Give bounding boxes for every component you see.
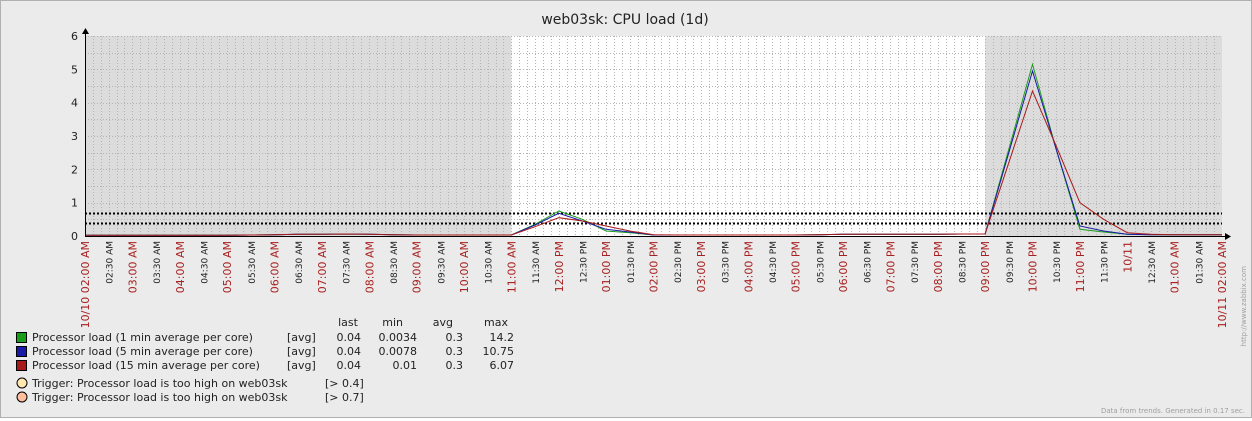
- legend-label-5min: Processor load (5 min average per core): [32, 345, 253, 358]
- legend-avg-15min: 0.3: [446, 359, 464, 372]
- x-tick-labels: 10/10 02:00 AM 02:30 AM 03:00 AM 03:30 AM 04…: [79, 241, 1229, 328]
- legend-max-15min: 6.07: [490, 359, 515, 372]
- legend-swatch-1min: [16, 332, 27, 343]
- legend-max-1min: 14.2: [490, 331, 515, 344]
- x-tick-label: 10/10 02:00 AM: [79, 241, 92, 328]
- y-tick-labels: 0 1 2 3 4 5 6: [71, 30, 78, 243]
- legend-last-1min: 0.04: [337, 331, 362, 344]
- y-tick-label: 1: [71, 197, 78, 210]
- x-tick-label: 03:30 PM: [722, 241, 732, 283]
- legend-label-15min: Processor load (15 min average per core): [32, 359, 260, 372]
- legend-min-1min: 0.0034: [379, 331, 418, 344]
- y-tick-label: 2: [71, 163, 78, 176]
- x-tick-label: 11:30 PM: [1101, 241, 1111, 283]
- trigger-icon-0.7: [16, 391, 28, 403]
- x-tick-label: 07:00 AM: [316, 241, 329, 293]
- x-tick-label: 10:00 PM: [1027, 241, 1040, 292]
- x-tick-label: 06:00 AM: [269, 241, 282, 293]
- y-tick-label: 5: [71, 63, 78, 76]
- x-tick-label: 12:30 AM: [1148, 241, 1158, 284]
- x-tick-label: 01:00 PM: [600, 241, 613, 292]
- x-tick-label: 08:30 AM: [390, 241, 400, 284]
- x-tick-label: 09:30 AM: [437, 241, 447, 284]
- x-tick-label: 12:30 PM: [579, 241, 589, 283]
- x-tick-label: 04:00 AM: [174, 241, 187, 293]
- legend-header-avg: avg: [433, 316, 453, 329]
- x-tick-label: 03:00 PM: [695, 241, 708, 292]
- x-tick-label: 07:00 PM: [884, 241, 897, 292]
- chart-frame: web03sk: CPU load (1d) 0 1 2 3 4 5 6 10/10 02:…: [0, 0, 1252, 418]
- x-tick-label: 02:30 PM: [674, 241, 684, 283]
- y-tick-label: 6: [71, 30, 78, 43]
- legend-last-5min: 0.04: [337, 345, 362, 358]
- trigger-cond-0.4: [> 0.4]: [325, 377, 364, 390]
- x-tick-label: 03:30 AM: [153, 241, 163, 284]
- x-axis-arrow: [1225, 233, 1231, 240]
- y-tick-label: 0: [71, 230, 78, 243]
- x-tick-label: 04:30 AM: [200, 241, 210, 284]
- legend-func-1min: [avg]: [287, 331, 316, 344]
- x-tick-label: 01:00 AM: [1169, 241, 1182, 293]
- x-tick-label: 05:00 PM: [790, 241, 803, 292]
- legend-min-5min: 0.0078: [379, 345, 418, 358]
- zabbix-watermark: http://www.zabbix.com: [1240, 266, 1248, 346]
- trigger-cond-0.7: [> 0.7]: [325, 391, 364, 404]
- x-tick-label: 10:30 AM: [485, 241, 495, 284]
- legend-swatch-5min: [16, 346, 27, 357]
- x-tick-label: 07:30 AM: [343, 241, 353, 284]
- trigger-label-0.4: Trigger: Processor load is too high on w…: [31, 377, 288, 390]
- legend-swatch-15min: [16, 360, 27, 371]
- x-tick-label: 11:00 PM: [1074, 241, 1087, 292]
- legend-header-min: min: [382, 316, 403, 329]
- x-tick-label: 10:00 AM: [458, 241, 471, 293]
- x-tick-label: 02:00 PM: [648, 241, 661, 292]
- y-tick-label: 4: [71, 97, 78, 110]
- legend-label-1min: Processor load (1 min average per core): [32, 331, 253, 344]
- x-tick-label: 06:30 AM: [295, 241, 305, 284]
- legend-func-5min: [avg]: [287, 345, 316, 358]
- x-tick-label: 10:30 PM: [1053, 241, 1063, 283]
- x-tick-label: 05:00 AM: [221, 241, 234, 293]
- legend-avg-5min: 0.3: [446, 345, 464, 358]
- x-tick-label: 09:00 AM: [411, 241, 424, 293]
- x-tick-label: 10/11: [1121, 241, 1134, 273]
- cpu-load-chart: web03sk: CPU load (1d) 0 1 2 3 4 5 6 10/10 02:…: [16, 12, 1248, 415]
- legend-func-15min: [avg]: [287, 359, 316, 372]
- x-tick-label: 02:30 AM: [106, 241, 116, 284]
- y-axis-arrow: [82, 28, 89, 34]
- legend-header-last: last: [338, 316, 359, 329]
- legend-last-15min: 0.04: [337, 359, 362, 372]
- x-tick-label: 05:30 PM: [816, 241, 826, 283]
- y-tick-label: 3: [71, 130, 78, 143]
- x-tick-label: 06:30 PM: [864, 241, 874, 283]
- chart-title: web03sk: CPU load (1d): [541, 12, 708, 28]
- trigger-label-0.7: Trigger: Processor load is too high on w…: [31, 391, 288, 404]
- trigger-icon-0.4: [16, 377, 28, 389]
- legend-min-15min: 0.01: [393, 359, 418, 372]
- x-tick-label: 04:30 PM: [769, 241, 779, 283]
- legend-header-max: max: [484, 316, 508, 329]
- x-tick-label: 01:30 PM: [627, 241, 637, 283]
- x-tick-label: 11:30 AM: [532, 241, 542, 284]
- x-tick-label: 11:00 AM: [505, 241, 518, 293]
- x-tick-label: 05:30 AM: [248, 241, 258, 284]
- x-tick-label: 08:00 PM: [932, 241, 945, 292]
- legend-max-5min: 10.75: [483, 345, 515, 358]
- x-tick-label: 07:30 PM: [911, 241, 921, 283]
- x-tick-label: 09:00 PM: [979, 241, 992, 292]
- x-tick-label: 06:00 PM: [837, 241, 850, 292]
- x-tick-label: 04:00 PM: [742, 241, 755, 292]
- x-tick-label: 08:00 AM: [363, 241, 376, 293]
- x-tick-label: 03:00 AM: [126, 241, 139, 293]
- x-tick-label: 09:30 PM: [1006, 241, 1016, 283]
- x-tick-label: 12:00 PM: [553, 241, 566, 292]
- x-tick-label: 08:30 PM: [958, 241, 968, 283]
- x-tick-label: 01:30 AM: [1195, 241, 1205, 284]
- x-tick-label: 10/11 02:00 AM: [1216, 241, 1229, 328]
- footer-note: Data from trends. Generated in 0.17 sec.: [1101, 407, 1245, 415]
- legend-avg-1min: 0.3: [446, 331, 464, 344]
